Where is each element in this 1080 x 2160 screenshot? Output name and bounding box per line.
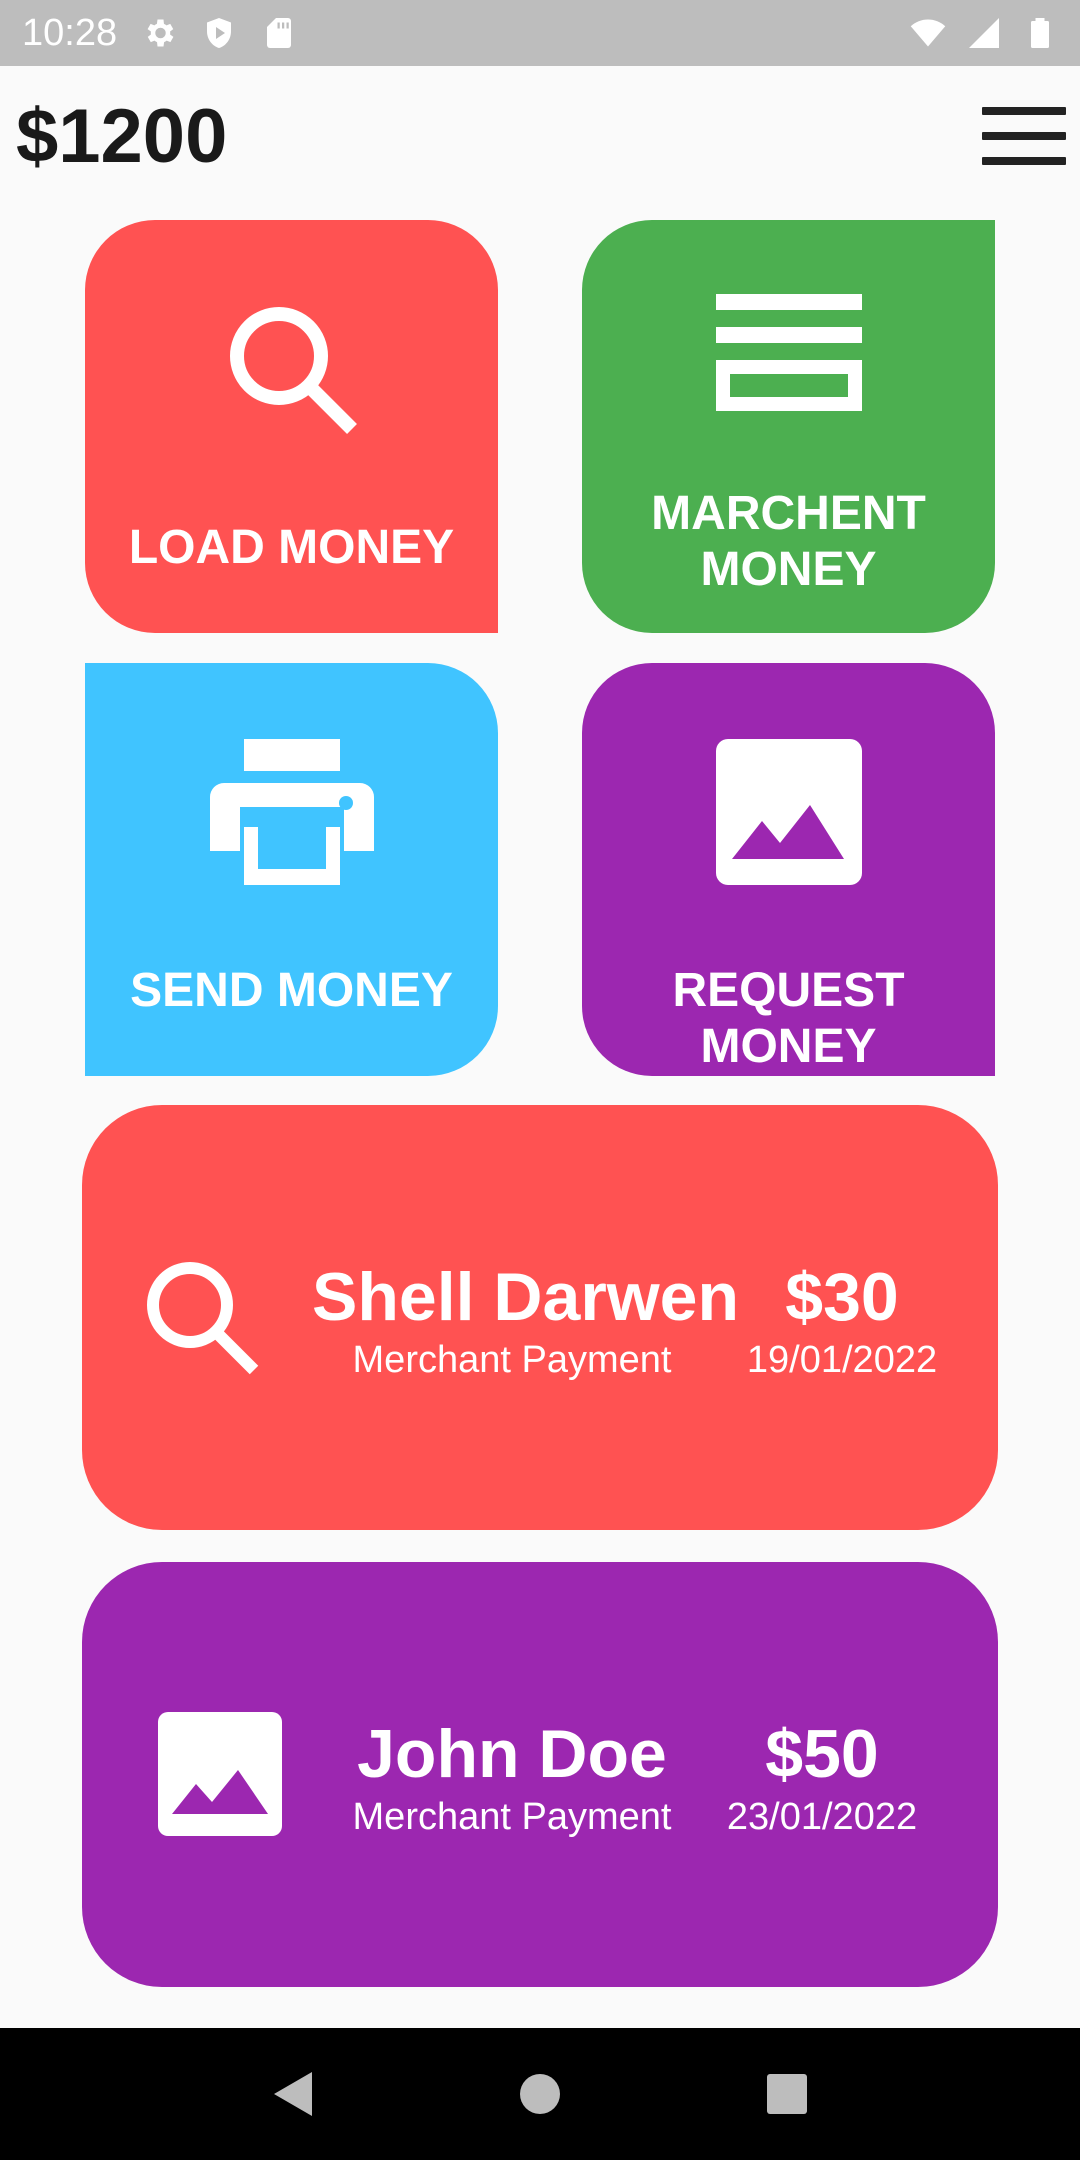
merchant-money-label: MARCHENT MONEY bbox=[651, 487, 926, 596]
battery-icon bbox=[1031, 18, 1049, 48]
printer-icon bbox=[85, 739, 498, 885]
transaction-amount: $30 bbox=[785, 1259, 899, 1335]
status-time: 10:28 bbox=[22, 11, 118, 54]
transaction-type: Merchant Payment bbox=[352, 1796, 672, 1838]
image-icon bbox=[158, 1712, 282, 1841]
load-money-label: LOAD MONEY bbox=[128, 521, 455, 574]
signal-icon bbox=[969, 18, 999, 48]
transaction-name: John Doe bbox=[357, 1716, 667, 1792]
transaction-date: 23/01/2022 bbox=[726, 1796, 918, 1838]
send-money-label: SEND MONEY bbox=[130, 964, 453, 1017]
wifi-icon bbox=[910, 19, 946, 47]
transaction-details: Shell Darwen Merchant Payment bbox=[312, 1257, 740, 1383]
transaction-card[interactable]: Shell Darwen Merchant Payment $30 19/01/… bbox=[82, 1105, 998, 1530]
back-icon[interactable] bbox=[265, 2066, 321, 2122]
app-header: $1200 bbox=[0, 66, 1080, 206]
transaction-date: 19/01/2022 bbox=[746, 1339, 938, 1381]
play-protect-icon bbox=[207, 18, 232, 48]
search-icon bbox=[138, 1255, 262, 1384]
search-icon bbox=[85, 298, 498, 448]
list-icon bbox=[582, 294, 995, 412]
recents-icon[interactable] bbox=[759, 2066, 815, 2122]
home-icon[interactable] bbox=[512, 2066, 568, 2122]
send-money-tile[interactable]: SEND MONEY bbox=[85, 663, 498, 1076]
status-bar-left: 10:28 bbox=[22, 12, 297, 55]
sd-card-icon bbox=[267, 18, 292, 48]
system-nav-bar bbox=[0, 2028, 1080, 2160]
request-money-tile[interactable]: REQUEST MONEY bbox=[582, 663, 995, 1076]
transaction-card[interactable]: John Doe Merchant Payment $50 23/01/2022 bbox=[82, 1562, 998, 1987]
transaction-details: John Doe Merchant Payment bbox=[312, 1714, 712, 1840]
status-bar: 10:28 bbox=[0, 0, 1080, 66]
load-money-tile[interactable]: LOAD MONEY bbox=[85, 220, 498, 633]
status-bar-right bbox=[910, 15, 1058, 51]
request-money-label: REQUEST MONEY bbox=[672, 964, 905, 1073]
transaction-summary: $30 19/01/2022 bbox=[732, 1257, 952, 1383]
transaction-name: Shell Darwen bbox=[312, 1259, 740, 1335]
transaction-amount: $50 bbox=[765, 1716, 879, 1792]
balance-amount: $1200 bbox=[16, 93, 228, 179]
gear-icon bbox=[147, 19, 174, 47]
transaction-summary: $50 23/01/2022 bbox=[712, 1714, 932, 1840]
image-icon bbox=[582, 739, 995, 885]
transaction-type: Merchant Payment bbox=[352, 1339, 672, 1381]
hamburger-menu-icon[interactable] bbox=[982, 107, 1066, 165]
merchant-money-tile[interactable]: MARCHENT MONEY bbox=[582, 220, 995, 633]
